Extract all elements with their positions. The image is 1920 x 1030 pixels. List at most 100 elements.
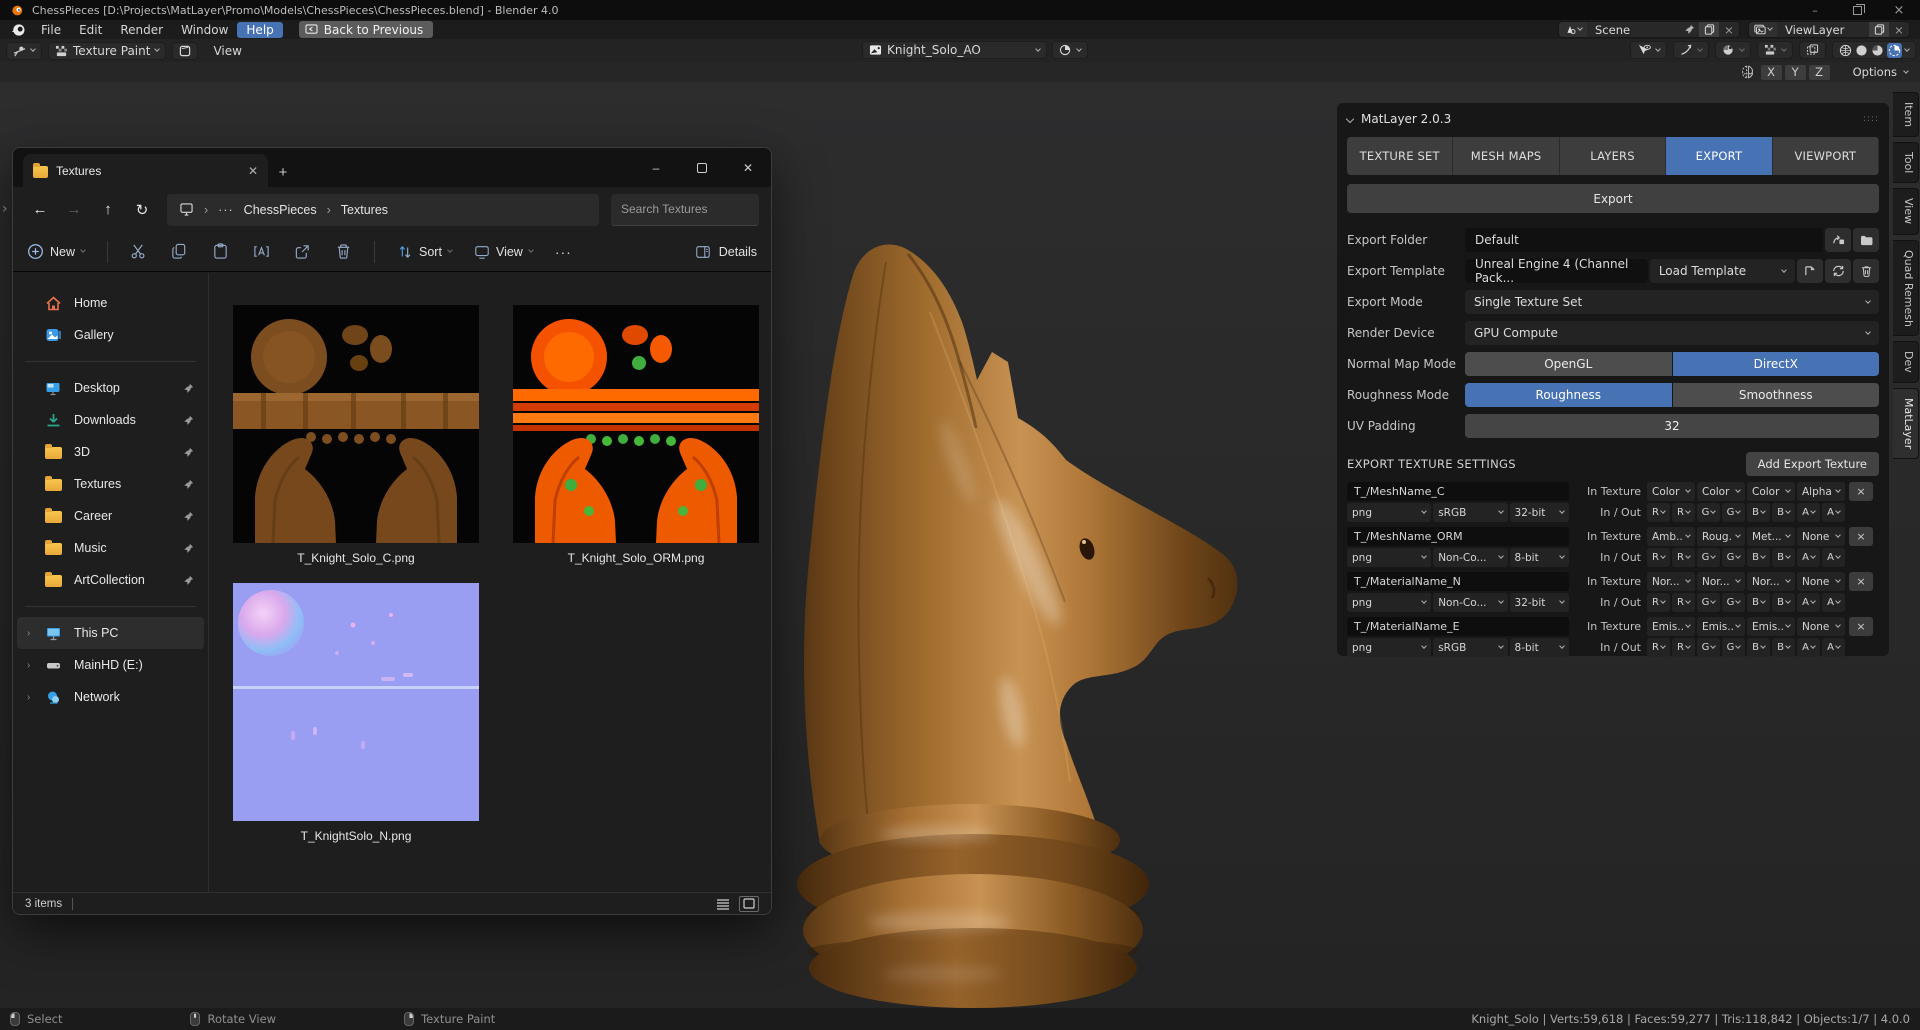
sidebar-item-gallery[interactable]: Gallery [17, 319, 204, 351]
forward-button[interactable] [59, 195, 89, 225]
image-datablock-selector[interactable]: Knight_Solo_AO [862, 41, 1047, 59]
format-dropdown[interactable]: png [1347, 638, 1432, 657]
inout-channel-dropdown[interactable]: R [1647, 503, 1670, 522]
more-options-button[interactable] [555, 244, 572, 260]
file-item[interactable]: T_Knight_Solo_ORM.png [513, 305, 759, 565]
channel-input-dropdown[interactable]: Nor... [1647, 572, 1695, 591]
new-tab-button[interactable]: + [268, 157, 298, 187]
proportional-edit-dropdown[interactable] [1673, 41, 1709, 59]
explorer-close-button[interactable]: ✕ [725, 148, 771, 187]
inout-channel-dropdown[interactable]: R [1672, 548, 1695, 567]
menubar-menu[interactable]: Help [237, 21, 283, 38]
opengl-option[interactable]: OpenGL [1465, 352, 1672, 376]
new-button[interactable]: New [27, 243, 86, 260]
matlayer-tab[interactable]: EXPORT [1666, 137, 1773, 175]
explorer-tab[interactable]: Textures ✕ [23, 154, 268, 187]
inout-channel-dropdown[interactable]: R [1672, 593, 1695, 612]
remove-texture-button[interactable] [1849, 482, 1873, 501]
inout-channel-dropdown[interactable]: R [1647, 548, 1670, 567]
delete-icon[interactable] [335, 243, 352, 260]
scene-selector[interactable]: Scene × [1558, 21, 1740, 38]
sidebar-item-textures[interactable]: Textures [17, 468, 204, 500]
inout-channel-dropdown[interactable]: G [1697, 503, 1720, 522]
npanel-tab[interactable]: MatLayer [1893, 388, 1919, 460]
panel-collapse-icon[interactable] [1345, 114, 1355, 124]
breadcrumb-item[interactable]: ChessPieces [244, 203, 317, 217]
inout-channel-dropdown[interactable]: B [1772, 503, 1795, 522]
open-folder-icon[interactable] [1853, 228, 1879, 252]
reset-folder-icon[interactable] [1825, 228, 1851, 252]
new-image-button[interactable] [172, 41, 199, 60]
close-button[interactable] [1878, 0, 1920, 20]
overlays-toggle[interactable] [1799, 41, 1826, 59]
snapping-dropdown[interactable] [1715, 41, 1751, 59]
inout-channel-dropdown[interactable]: G [1722, 503, 1745, 522]
up-button[interactable] [93, 195, 123, 225]
remove-texture-button[interactable] [1849, 572, 1873, 591]
channel-input-dropdown[interactable]: Color [1647, 482, 1695, 501]
expand-chevron-icon[interactable] [27, 628, 30, 639]
options-dropdown[interactable]: Options [1849, 65, 1912, 79]
rename-icon[interactable] [253, 243, 270, 260]
breadcrumb[interactable]: ChessPieces Textures [167, 193, 599, 226]
sidebar-item-network[interactable]: Network [17, 681, 204, 713]
texture-name-field[interactable]: T_/MeshName_ORM [1347, 527, 1569, 546]
npanel-tab[interactable]: Dev [1893, 341, 1919, 384]
explorer-maximize-button[interactable] [679, 148, 725, 187]
select-visibility-dropdown[interactable] [1630, 41, 1667, 59]
sidebar-item-3d[interactable]: 3D [17, 436, 204, 468]
inout-channel-dropdown[interactable]: A [1822, 638, 1845, 657]
channel-input-dropdown[interactable]: Color [1747, 482, 1795, 501]
inout-channel-dropdown[interactable]: A [1797, 548, 1820, 567]
mode-selector[interactable]: Texture Paint [48, 41, 167, 60]
details-view-toggle[interactable] [713, 896, 733, 912]
symmetry-icon[interactable] [1739, 65, 1756, 79]
breadcrumb-overflow[interactable] [218, 203, 234, 217]
tab-close-icon[interactable]: ✕ [248, 164, 258, 178]
channel-input-dropdown[interactable]: Nor... [1747, 572, 1795, 591]
inout-channel-dropdown[interactable]: B [1747, 503, 1770, 522]
cut-icon[interactable] [130, 243, 147, 260]
inout-channel-dropdown[interactable]: B [1747, 593, 1770, 612]
menubar-menu[interactable]: Window [172, 22, 237, 38]
panel-expand-arrow[interactable] [2, 198, 8, 217]
colorspace-dropdown[interactable]: Non-Co... [1433, 548, 1508, 567]
bit-depth-dropdown[interactable]: 8-bit [1509, 548, 1569, 567]
export-folder-field[interactable]: Default [1465, 228, 1823, 252]
format-dropdown[interactable]: png [1347, 548, 1432, 567]
colorspace-dropdown[interactable]: sRGB [1433, 503, 1508, 522]
minimize-button[interactable] [1794, 0, 1836, 20]
sidebar-item-career[interactable]: Career [17, 500, 204, 532]
texture-name-field[interactable]: T_/MeshName_C [1347, 482, 1569, 501]
export-template-field[interactable]: Unreal Engine 4 (Channel Pack... [1465, 257, 1648, 285]
colorspace-dropdown[interactable]: Non-Co... [1433, 593, 1508, 612]
save-template-icon[interactable] [1797, 259, 1823, 283]
expand-chevron-icon[interactable] [27, 692, 30, 703]
panel-grip-icon[interactable] [1863, 114, 1879, 124]
directx-option[interactable]: DirectX [1672, 352, 1879, 376]
restore-button[interactable] [1836, 0, 1878, 20]
roughness-option[interactable]: Roughness [1465, 383, 1672, 407]
inout-channel-dropdown[interactable]: R [1647, 593, 1670, 612]
new-scene-icon[interactable] [1699, 22, 1719, 37]
inout-channel-dropdown[interactable]: A [1797, 593, 1820, 612]
npanel-tab[interactable]: View [1893, 188, 1919, 235]
texture-name-field[interactable]: T_/MaterialName_E [1347, 617, 1569, 636]
colorspace-dropdown[interactable]: sRGB [1433, 638, 1508, 657]
sidebar-item-artcollection[interactable]: ArtCollection [17, 564, 204, 596]
channel-input-dropdown[interactable]: Emis... [1647, 617, 1695, 636]
render-device-dropdown[interactable]: GPU Compute [1465, 321, 1879, 345]
sidebar-item-downloads[interactable]: Downloads [17, 404, 204, 436]
channel-input-dropdown[interactable]: None [1797, 527, 1845, 546]
remove-texture-button[interactable] [1849, 527, 1873, 546]
uv-padding-slider[interactable]: 32 [1465, 414, 1879, 438]
matlayer-tab[interactable]: LAYERS [1559, 137, 1667, 175]
paste-icon[interactable] [212, 243, 229, 260]
inout-channel-dropdown[interactable]: B [1772, 548, 1795, 567]
breadcrumb-item[interactable]: Textures [341, 203, 388, 217]
menubar-menu[interactable]: Edit [70, 22, 111, 38]
inout-channel-dropdown[interactable]: R [1672, 638, 1695, 657]
pin-icon[interactable] [1679, 22, 1699, 37]
export-mode-dropdown[interactable]: Single Texture Set [1465, 290, 1879, 314]
sidebar-item-home[interactable]: Home [17, 287, 204, 319]
